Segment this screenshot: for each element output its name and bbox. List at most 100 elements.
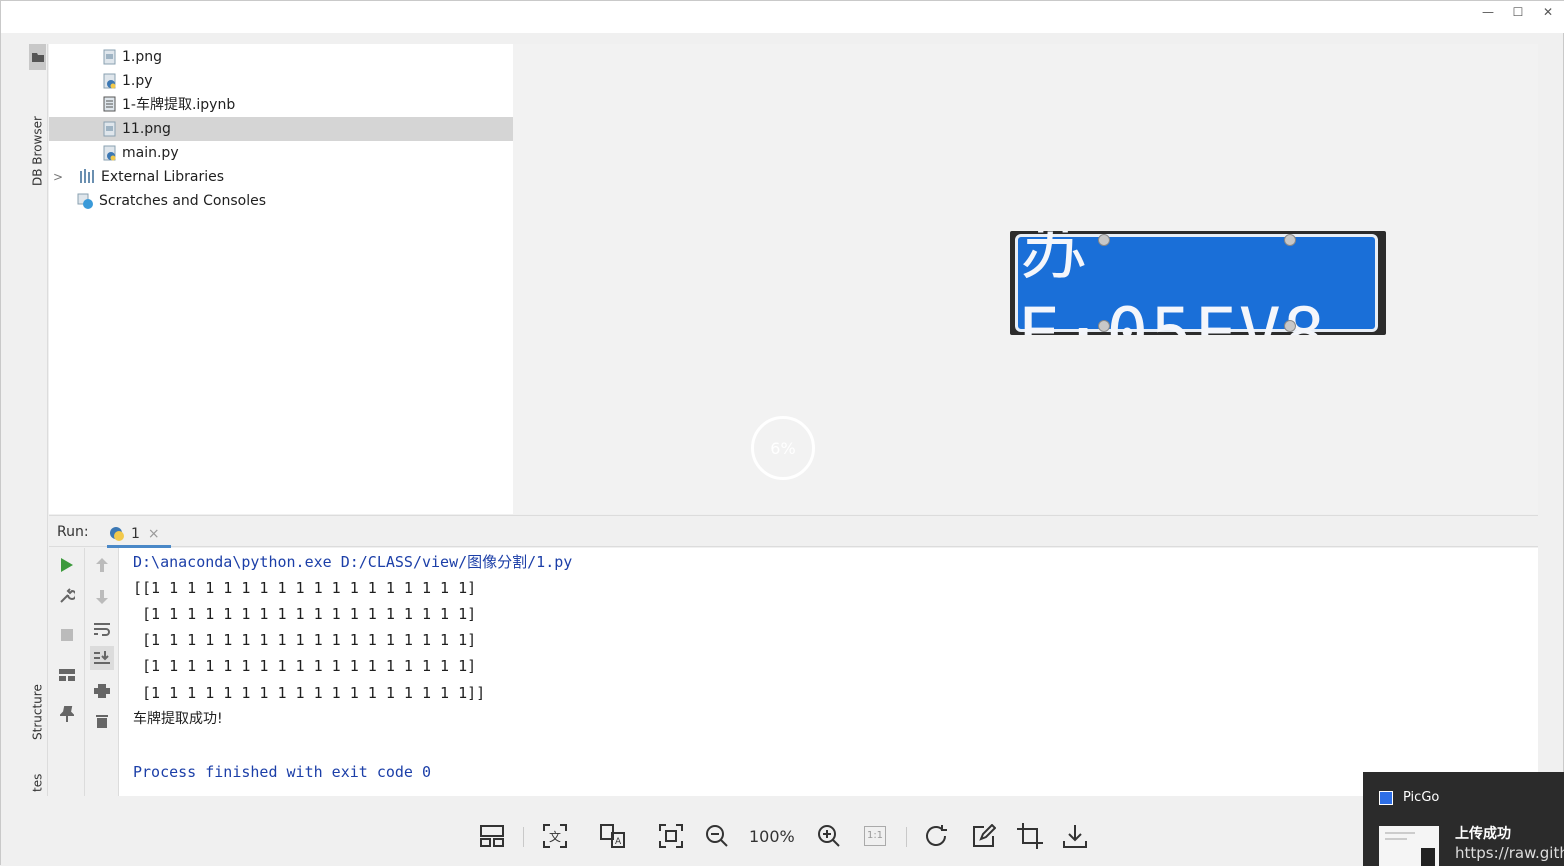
tree-item-ipynb[interactable]: 1-车牌提取.ipynb — [49, 92, 513, 116]
run-tab-close-button[interactable]: × — [148, 526, 160, 542]
edit-button[interactable] — [969, 821, 999, 851]
image-preview: 苏E·05EV8 6% — [513, 44, 1538, 514]
image-viewer-toolbar: 文 A 100% 1:1 — [1, 801, 1564, 866]
translate-icon: A — [600, 824, 625, 848]
run-tab[interactable]: 1 × — [107, 522, 171, 548]
plate-rivet — [1284, 234, 1296, 246]
settings-button[interactable] — [55, 584, 79, 608]
play-icon — [61, 558, 73, 572]
console-line: [1 1 1 1 1 1 1 1 1 1 1 1 1 1 1 1 1 1] — [133, 631, 477, 649]
print-button[interactable] — [90, 679, 114, 703]
actual-size-button[interactable]: 1:1 — [860, 821, 890, 851]
image-file-icon — [103, 121, 116, 137]
layout-button[interactable] — [55, 663, 79, 687]
console-line: [[1 1 1 1 1 1 1 1 1 1 1 1 1 1 1 1 1 1] — [133, 579, 477, 597]
toolbar-divider — [906, 827, 907, 847]
scroll-to-end-button[interactable] — [90, 646, 114, 670]
tree-item-label: Scratches and Consoles — [99, 193, 266, 209]
zoom-in-button[interactable] — [814, 821, 844, 851]
project-tool-button[interactable] — [29, 44, 46, 70]
clear-button[interactable] — [90, 709, 114, 733]
crop-icon — [1017, 823, 1043, 849]
tree-item-label: 1.py — [122, 73, 153, 89]
console-line-success: 车牌提取成功! — [133, 711, 223, 727]
arrow-up-icon — [96, 558, 108, 572]
favorites-label: tes — [30, 773, 45, 792]
plate-rivet — [1098, 320, 1110, 332]
tree-item-11-png[interactable]: 11.png — [49, 117, 513, 141]
scratches-icon — [77, 193, 93, 209]
run-tab-label: 1 — [131, 525, 140, 542]
rerun-button[interactable] — [55, 553, 79, 577]
zoom-level: 100% — [749, 827, 795, 846]
python-file-icon — [103, 145, 116, 161]
notebook-file-icon — [103, 96, 116, 112]
svg-text:A: A — [615, 837, 622, 847]
plate-rivet — [1284, 320, 1296, 332]
tree-item-1-py[interactable]: 1.py — [49, 69, 513, 93]
crop-button[interactable] — [1015, 821, 1045, 851]
actual-size-label: 1:1 — [864, 826, 886, 846]
app-window: — ☐ ✕ DB Browser Structure tes 1.png 1.p… — [0, 0, 1564, 866]
close-button[interactable]: ✕ — [1533, 3, 1563, 21]
console-line-exit: Process finished with exit code 0 — [133, 763, 432, 781]
image-file-icon — [103, 49, 116, 65]
scroll-down-button[interactable] — [90, 585, 114, 609]
maximize-button[interactable]: ☐ — [1503, 3, 1533, 21]
soft-wrap-button[interactable] — [90, 617, 114, 641]
wrap-icon — [94, 623, 110, 636]
console-line: [1 1 1 1 1 1 1 1 1 1 1 1 1 1 1 1 1 1]] — [133, 684, 486, 702]
console-line: [1 1 1 1 1 1 1 1 1 1 1 1 1 1 1 1 1 1] — [133, 657, 477, 675]
printer-icon — [94, 684, 110, 698]
pin-icon — [60, 706, 74, 722]
zoom-out-button[interactable] — [702, 821, 732, 851]
run-panel-header: Run: 1 × — [49, 515, 1538, 548]
console-output[interactable]: D:\anaconda\python.exe D:/CLASS/view/图像分… — [119, 548, 1538, 796]
project-tree: 1.png 1.py 1-车牌提取.ipynb 11.png main.py >… — [49, 44, 513, 514]
download-button[interactable] — [1060, 821, 1090, 851]
structure-tab[interactable]: Structure — [27, 672, 48, 752]
upload-progress-ring: 6% — [751, 416, 815, 480]
notification-headline: 上传成功 — [1455, 826, 1511, 842]
tree-item-label: 11.png — [122, 121, 171, 137]
stop-button[interactable] — [55, 623, 79, 647]
rotate-icon — [926, 825, 947, 846]
run-toolbar-primary — [49, 548, 85, 796]
favorites-tab[interactable]: tes — [27, 769, 48, 796]
python-file-icon — [103, 73, 116, 89]
wrench-icon — [60, 588, 75, 603]
tree-item-1-png[interactable]: 1.png — [49, 45, 513, 69]
tree-item-scratches[interactable]: Scratches and Consoles — [49, 189, 513, 213]
left-tool-strip: DB Browser Structure tes — [27, 44, 48, 796]
structure-label: Structure — [30, 684, 45, 740]
scroll-up-button[interactable] — [90, 553, 114, 577]
run-toolbar-secondary — [85, 548, 119, 796]
tree-item-main-py[interactable]: main.py — [49, 141, 513, 165]
tree-item-external-libraries[interactable]: > External Libraries — [49, 165, 513, 189]
picgo-logo-icon — [1379, 791, 1393, 805]
picgo-notification[interactable]: PicGo 上传成功 https://raw.gith — [1363, 772, 1564, 866]
db-browser-tab[interactable]: DB Browser — [27, 84, 48, 219]
plate-rivet — [1098, 234, 1110, 246]
translate-button[interactable]: A — [598, 821, 628, 851]
toolbar-divider — [523, 827, 524, 847]
tree-item-label: main.py — [122, 145, 179, 161]
python-icon — [110, 526, 124, 541]
fit-window-button[interactable] — [656, 821, 686, 851]
minimize-button[interactable]: — — [1473, 3, 1503, 21]
arrow-down-icon — [96, 590, 108, 604]
gallery-view-button[interactable] — [477, 821, 507, 851]
library-icon — [79, 169, 95, 185]
pin-tab-button[interactable] — [55, 702, 79, 726]
zoom-out-icon — [706, 825, 728, 847]
notification-url: https://raw.gith — [1455, 844, 1564, 862]
chevron-right-icon[interactable]: > — [53, 170, 67, 184]
notification-thumbnail — [1379, 826, 1439, 866]
ocr-text-button[interactable]: 文 — [540, 821, 570, 851]
plate-text: 苏E·05EV8 — [1015, 231, 1378, 335]
rotate-button[interactable] — [922, 821, 952, 851]
stop-icon — [61, 629, 73, 641]
notification-app-name: PicGo — [1403, 790, 1440, 805]
console-line-command: D:\anaconda\python.exe D:/CLASS/view/图像分… — [133, 553, 573, 571]
db-browser-label: DB Browser — [30, 116, 45, 187]
